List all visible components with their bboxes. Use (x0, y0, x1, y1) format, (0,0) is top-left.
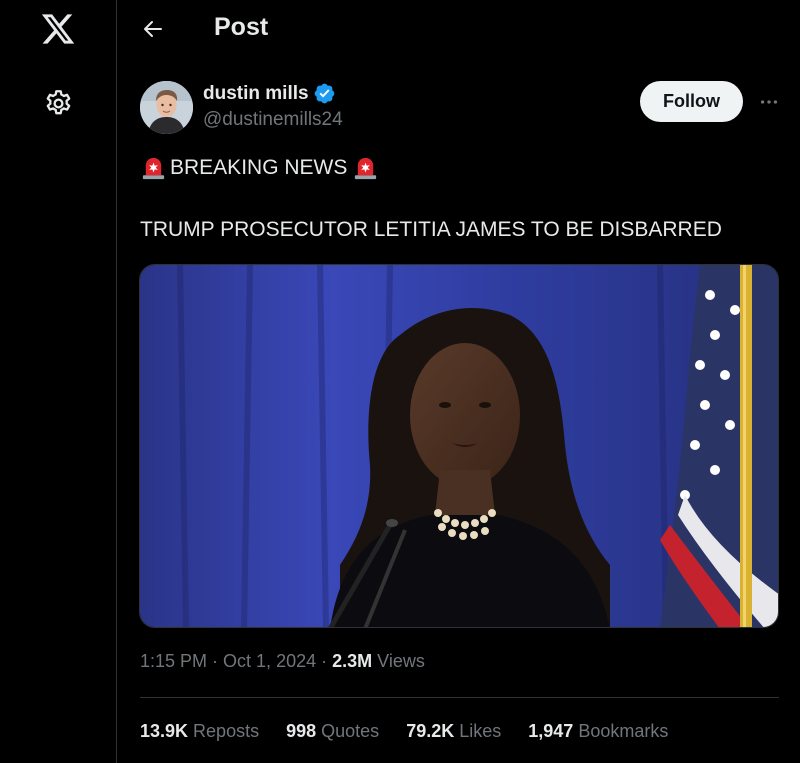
quotes-count: 998 (286, 721, 317, 741)
likes-label: Likes (459, 721, 502, 741)
post-image[interactable] (139, 264, 779, 628)
breaking-news-text: BREAKING NEWS (170, 155, 348, 179)
reposts-stat[interactable]: 13.9K Reposts (140, 721, 259, 742)
reposts-label: Reposts (193, 721, 260, 741)
views-count: 2.3M (332, 651, 373, 671)
arrow-left-icon (144, 21, 162, 37)
left-rail (0, 0, 117, 763)
quotes-label: Quotes (321, 721, 380, 741)
likes-count: 79.2K (406, 721, 455, 741)
post-text-line1: BREAKING NEWS (140, 154, 379, 181)
display-name[interactable]: dustin mills (203, 83, 309, 105)
engagement-stats: 13.9K Reposts 998 Quotes 79.2K Likes 1,947 B… (140, 721, 695, 742)
avatar-image (140, 81, 193, 134)
reposts-count: 13.9K (140, 721, 189, 741)
post-time[interactable]: 1:15 PM (140, 651, 207, 672)
header: Post (118, 0, 800, 58)
likes-stat[interactable]: 79.2K Likes (406, 721, 501, 742)
police-car-light-emoji (355, 157, 377, 180)
avatar[interactable] (140, 81, 193, 134)
more-button[interactable] (755, 88, 783, 116)
police-car-light-emoji (142, 157, 165, 180)
post-meta: 1:15 PM · Oct 1, 2024 · 2.3M Views (140, 651, 425, 672)
author-name-row[interactable]: dustin mills (203, 82, 336, 105)
bookmarks-stat[interactable]: 1,947 Bookmarks (528, 721, 668, 742)
follow-button[interactable]: Follow (640, 81, 743, 122)
gear-icon[interactable] (43, 88, 74, 119)
x-logo-icon[interactable] (40, 11, 76, 47)
back-button[interactable] (138, 14, 168, 44)
verified-badge-icon (314, 83, 334, 104)
meta-separator: · (212, 651, 219, 671)
more-horizontal-icon (760, 100, 778, 104)
author-handle[interactable]: @dustinemills24 (203, 109, 343, 131)
meta-separator: · (321, 651, 328, 671)
page-title: Post (214, 13, 269, 41)
post-date[interactable]: Oct 1, 2024 (223, 651, 316, 672)
views-label: Views (377, 651, 425, 671)
post-detail: Post dustin mills @dustinemills24 Follow (118, 0, 800, 763)
bookmarks-label: Bookmarks (578, 721, 669, 741)
bookmarks-count: 1,947 (528, 721, 574, 741)
post-text-line2: TRUMP PROSECUTOR LETITIA JAMES TO BE DIS… (140, 218, 722, 241)
divider (140, 697, 779, 698)
quotes-stat[interactable]: 998 Quotes (286, 721, 379, 742)
post-photo (140, 265, 778, 627)
